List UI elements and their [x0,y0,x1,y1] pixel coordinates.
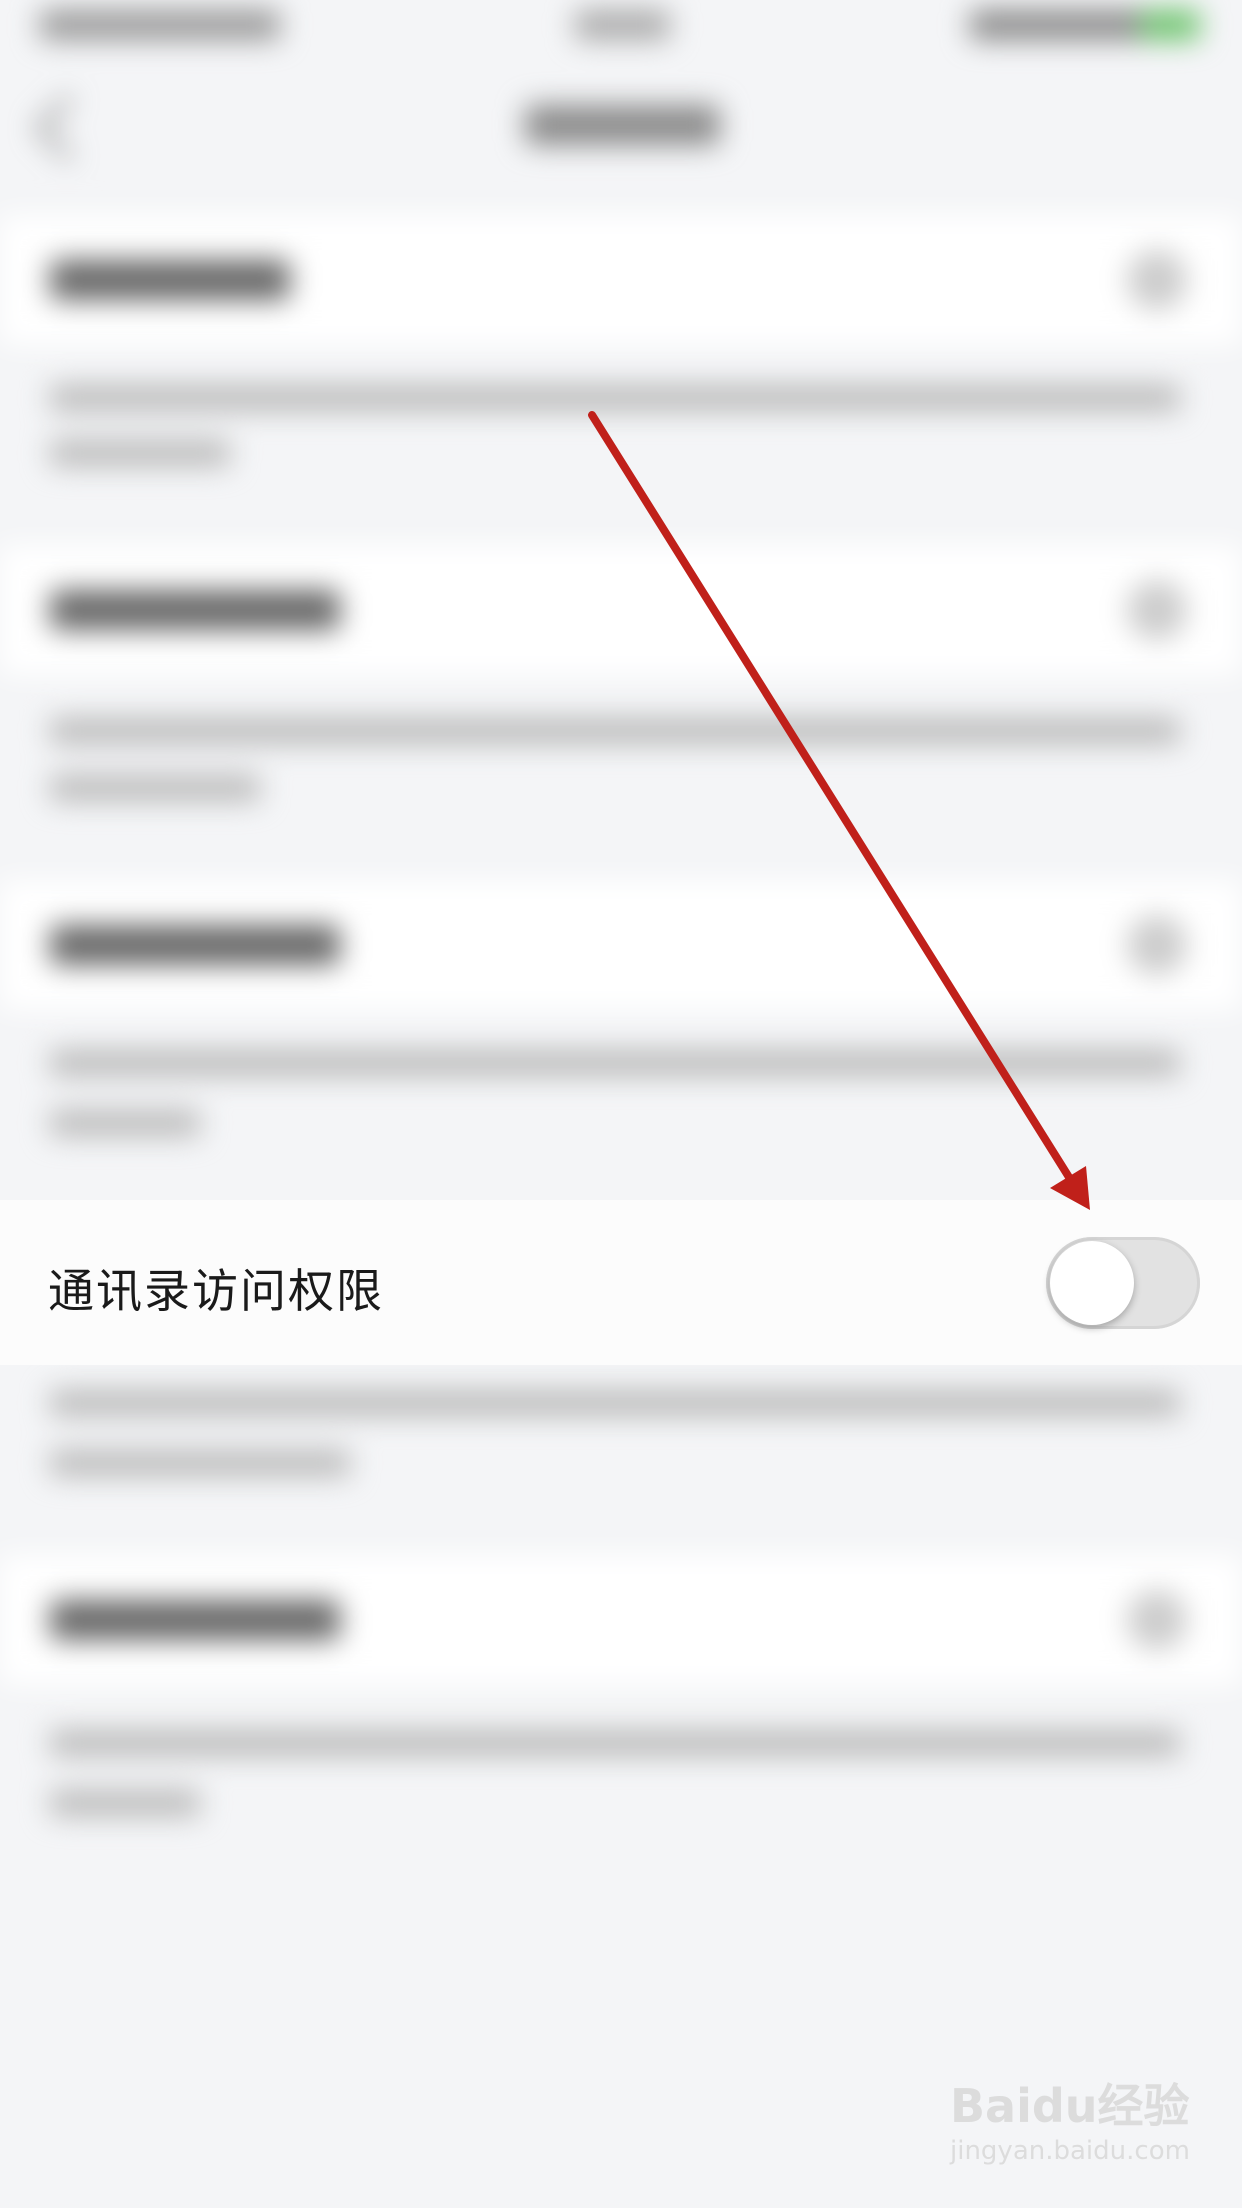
toggle-knob [1050,1241,1134,1325]
settings-row-toggle[interactable] [1127,1590,1187,1650]
nav-bar [0,60,1242,190]
baidu-watermark: Baidu经验 jingyan.baidu.com [950,2070,1190,2166]
settings-row-description [50,718,1180,744]
settings-row-2[interactable] [0,545,1242,675]
settings-row-toggle[interactable] [1127,580,1187,640]
back-icon[interactable] [35,95,101,161]
settings-row-label [50,1600,340,1640]
settings-row-toggle[interactable] [1127,250,1187,310]
settings-row-label [50,260,290,300]
status-time [575,10,670,40]
contacts-permission-toggle[interactable] [1046,1237,1200,1329]
settings-row-description [50,1790,200,1816]
settings-row-3[interactable] [0,880,1242,1010]
settings-row-description [50,775,260,801]
settings-row-toggle[interactable] [1127,915,1187,975]
status-carrier [40,10,280,40]
settings-row-label [50,925,340,965]
settings-row-description [50,1050,1180,1076]
settings-row-description [50,385,1180,411]
settings-row-description [50,440,230,466]
status-battery-icon [970,10,1200,40]
settings-row-1[interactable] [0,215,1242,345]
settings-row-description [50,1110,200,1136]
contacts-permission-row[interactable]: 通讯录访问权限 [0,1200,1242,1365]
settings-row-description [50,1730,1180,1756]
watermark-logo: Baidu经验 [950,2079,1190,2133]
contacts-permission-label: 通讯录访问权限 [48,1264,384,1318]
settings-row-description [50,1390,1180,1416]
settings-row-5[interactable] [0,1555,1242,1685]
watermark-url: jingyan.baidu.com [950,2136,1190,2166]
status-bar [0,0,1242,60]
settings-row-label [50,590,340,630]
page-title [525,105,720,145]
settings-row-description [50,1450,350,1476]
